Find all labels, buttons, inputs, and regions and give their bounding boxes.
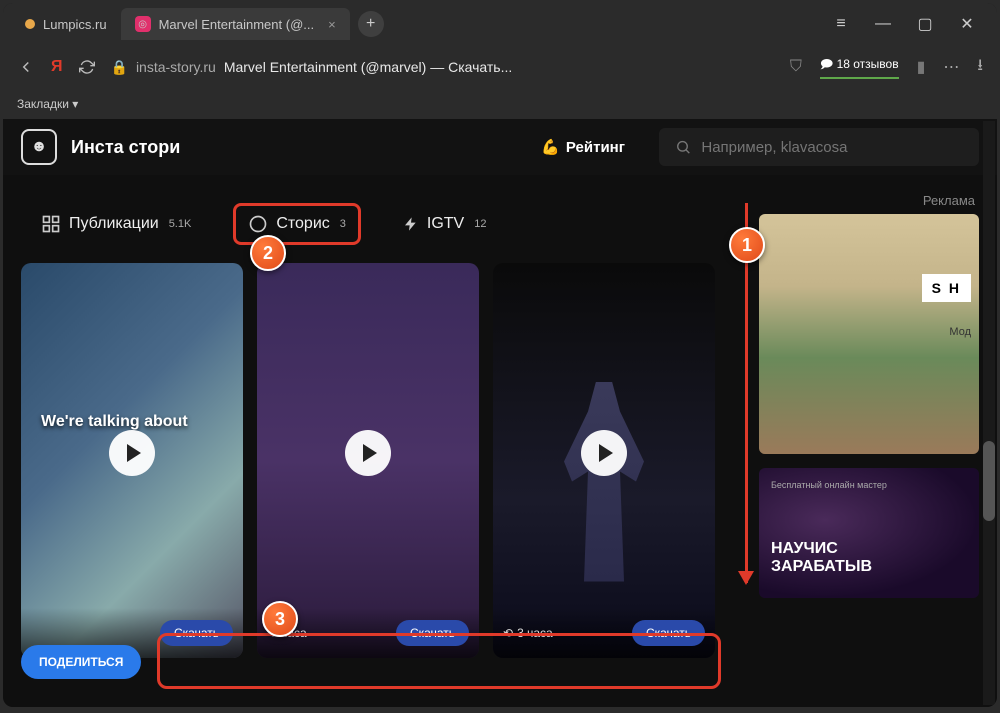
- stories-row: We're talking about Скачать ⟲ часа Скача…: [21, 263, 739, 658]
- url-field[interactable]: 🔒 insta-story.ru Marvel Entertainment (@…: [111, 59, 513, 76]
- ad-banner-1[interactable]: S H Мод: [759, 214, 979, 454]
- new-tab-button[interactable]: +: [358, 11, 384, 37]
- annotation-badge-1: 1: [729, 227, 765, 263]
- bookmark-icon[interactable]: ▮: [917, 57, 926, 77]
- circle-icon: [248, 214, 268, 234]
- favicon-dot-icon: [25, 19, 35, 29]
- reviews-badge[interactable]: 🗩 18 отзывов: [820, 55, 899, 79]
- ad-label: Реклама: [759, 193, 979, 208]
- rating-link[interactable]: 💪 Рейтинг: [541, 138, 625, 156]
- muscle-icon: 💪: [541, 138, 560, 156]
- story-time: ⟲ 3 часа: [503, 626, 553, 640]
- share-button[interactable]: ПОДЕЛИТЬСЯ: [21, 645, 141, 679]
- download-button[interactable]: Скачать: [396, 620, 469, 646]
- ad-tag: Бесплатный онлайн мастер: [771, 480, 967, 490]
- browser-tabbar: Lumpics.ru ◎ Marvel Entertainment (@... …: [3, 3, 997, 45]
- story-card[interactable]: ⟲ 3 часа Скачать: [493, 263, 715, 658]
- maximize-button[interactable]: ▢: [911, 10, 939, 38]
- shield-icon[interactable]: ⛉: [790, 58, 802, 76]
- tab-igtv[interactable]: IGTV12: [391, 207, 499, 241]
- site-logo-icon[interactable]: ☻: [21, 129, 57, 165]
- menu-icon[interactable]: ≡: [827, 10, 855, 38]
- play-icon[interactable]: [581, 430, 627, 476]
- scroll-thumb[interactable]: [983, 441, 995, 521]
- story-caption: We're talking about: [41, 413, 188, 431]
- scrollbar[interactable]: [983, 121, 995, 705]
- download-button[interactable]: Скачать: [632, 620, 705, 646]
- search-icon: [675, 138, 691, 156]
- minimize-button[interactable]: —: [869, 10, 897, 38]
- ad-subtext: Мод: [949, 326, 971, 338]
- tab-label: Marvel Entertainment (@...: [159, 17, 315, 32]
- play-icon[interactable]: [109, 430, 155, 476]
- instagram-icon: ◎: [135, 16, 151, 32]
- ad-brand: S H: [922, 274, 971, 302]
- back-button[interactable]: [17, 58, 35, 76]
- tab-label: Lumpics.ru: [43, 17, 107, 32]
- site-title: Инста стори: [71, 137, 180, 158]
- annotation-badge-3: 3: [262, 601, 298, 637]
- character-silhouette: [564, 382, 644, 582]
- download-icon[interactable]: ⭳: [977, 54, 983, 81]
- lock-icon: 🔒: [111, 59, 128, 76]
- close-window-button[interactable]: ✕: [953, 10, 981, 38]
- tab-stories[interactable]: Сторис3: [233, 203, 361, 245]
- ad-banner-2[interactable]: Бесплатный онлайн мастер НАУЧИС ЗАРАБАТЫ…: [759, 468, 979, 598]
- site-header: ☻ Инста стори 💪 Рейтинг: [3, 119, 997, 175]
- bookmarks-bar[interactable]: Закладки ▾: [3, 89, 997, 119]
- play-icon[interactable]: [345, 430, 391, 476]
- search-input[interactable]: [701, 139, 963, 156]
- tab-lumpics[interactable]: Lumpics.ru: [11, 8, 121, 40]
- ad-sub: ЗАРАБАТЫВ: [771, 558, 967, 576]
- search-wrap[interactable]: [659, 128, 979, 166]
- url-title: Marvel Entertainment (@marvel) — Скачать…: [224, 59, 512, 75]
- ad-headline: НАУЧИС: [771, 540, 967, 558]
- close-icon[interactable]: ×: [328, 17, 336, 32]
- story-card[interactable]: We're talking about Скачать: [21, 263, 243, 658]
- reload-button[interactable]: [79, 59, 95, 75]
- address-bar: Я 🔒 insta-story.ru Marvel Entertainment …: [3, 45, 997, 89]
- tab-posts[interactable]: Публикации5.1K: [29, 206, 203, 242]
- url-domain: insta-story.ru: [136, 59, 216, 75]
- content-tabs: Публикации5.1K Сторис3 IGTV12: [21, 193, 739, 263]
- grid-icon: [41, 214, 61, 234]
- yandex-icon[interactable]: Я: [51, 58, 63, 76]
- download-button[interactable]: Скачать: [160, 620, 233, 646]
- tab-marvel[interactable]: ◎ Marvel Entertainment (@... ×: [121, 8, 350, 40]
- story-card[interactable]: ⟲ часа Скачать: [257, 263, 479, 658]
- more-icon[interactable]: ⋯: [943, 57, 959, 77]
- bolt-icon: [403, 216, 419, 232]
- annotation-badge-2: 2: [250, 235, 286, 271]
- sidebar: Реклама S H Мод Бесплатный онлайн мастер…: [759, 193, 979, 658]
